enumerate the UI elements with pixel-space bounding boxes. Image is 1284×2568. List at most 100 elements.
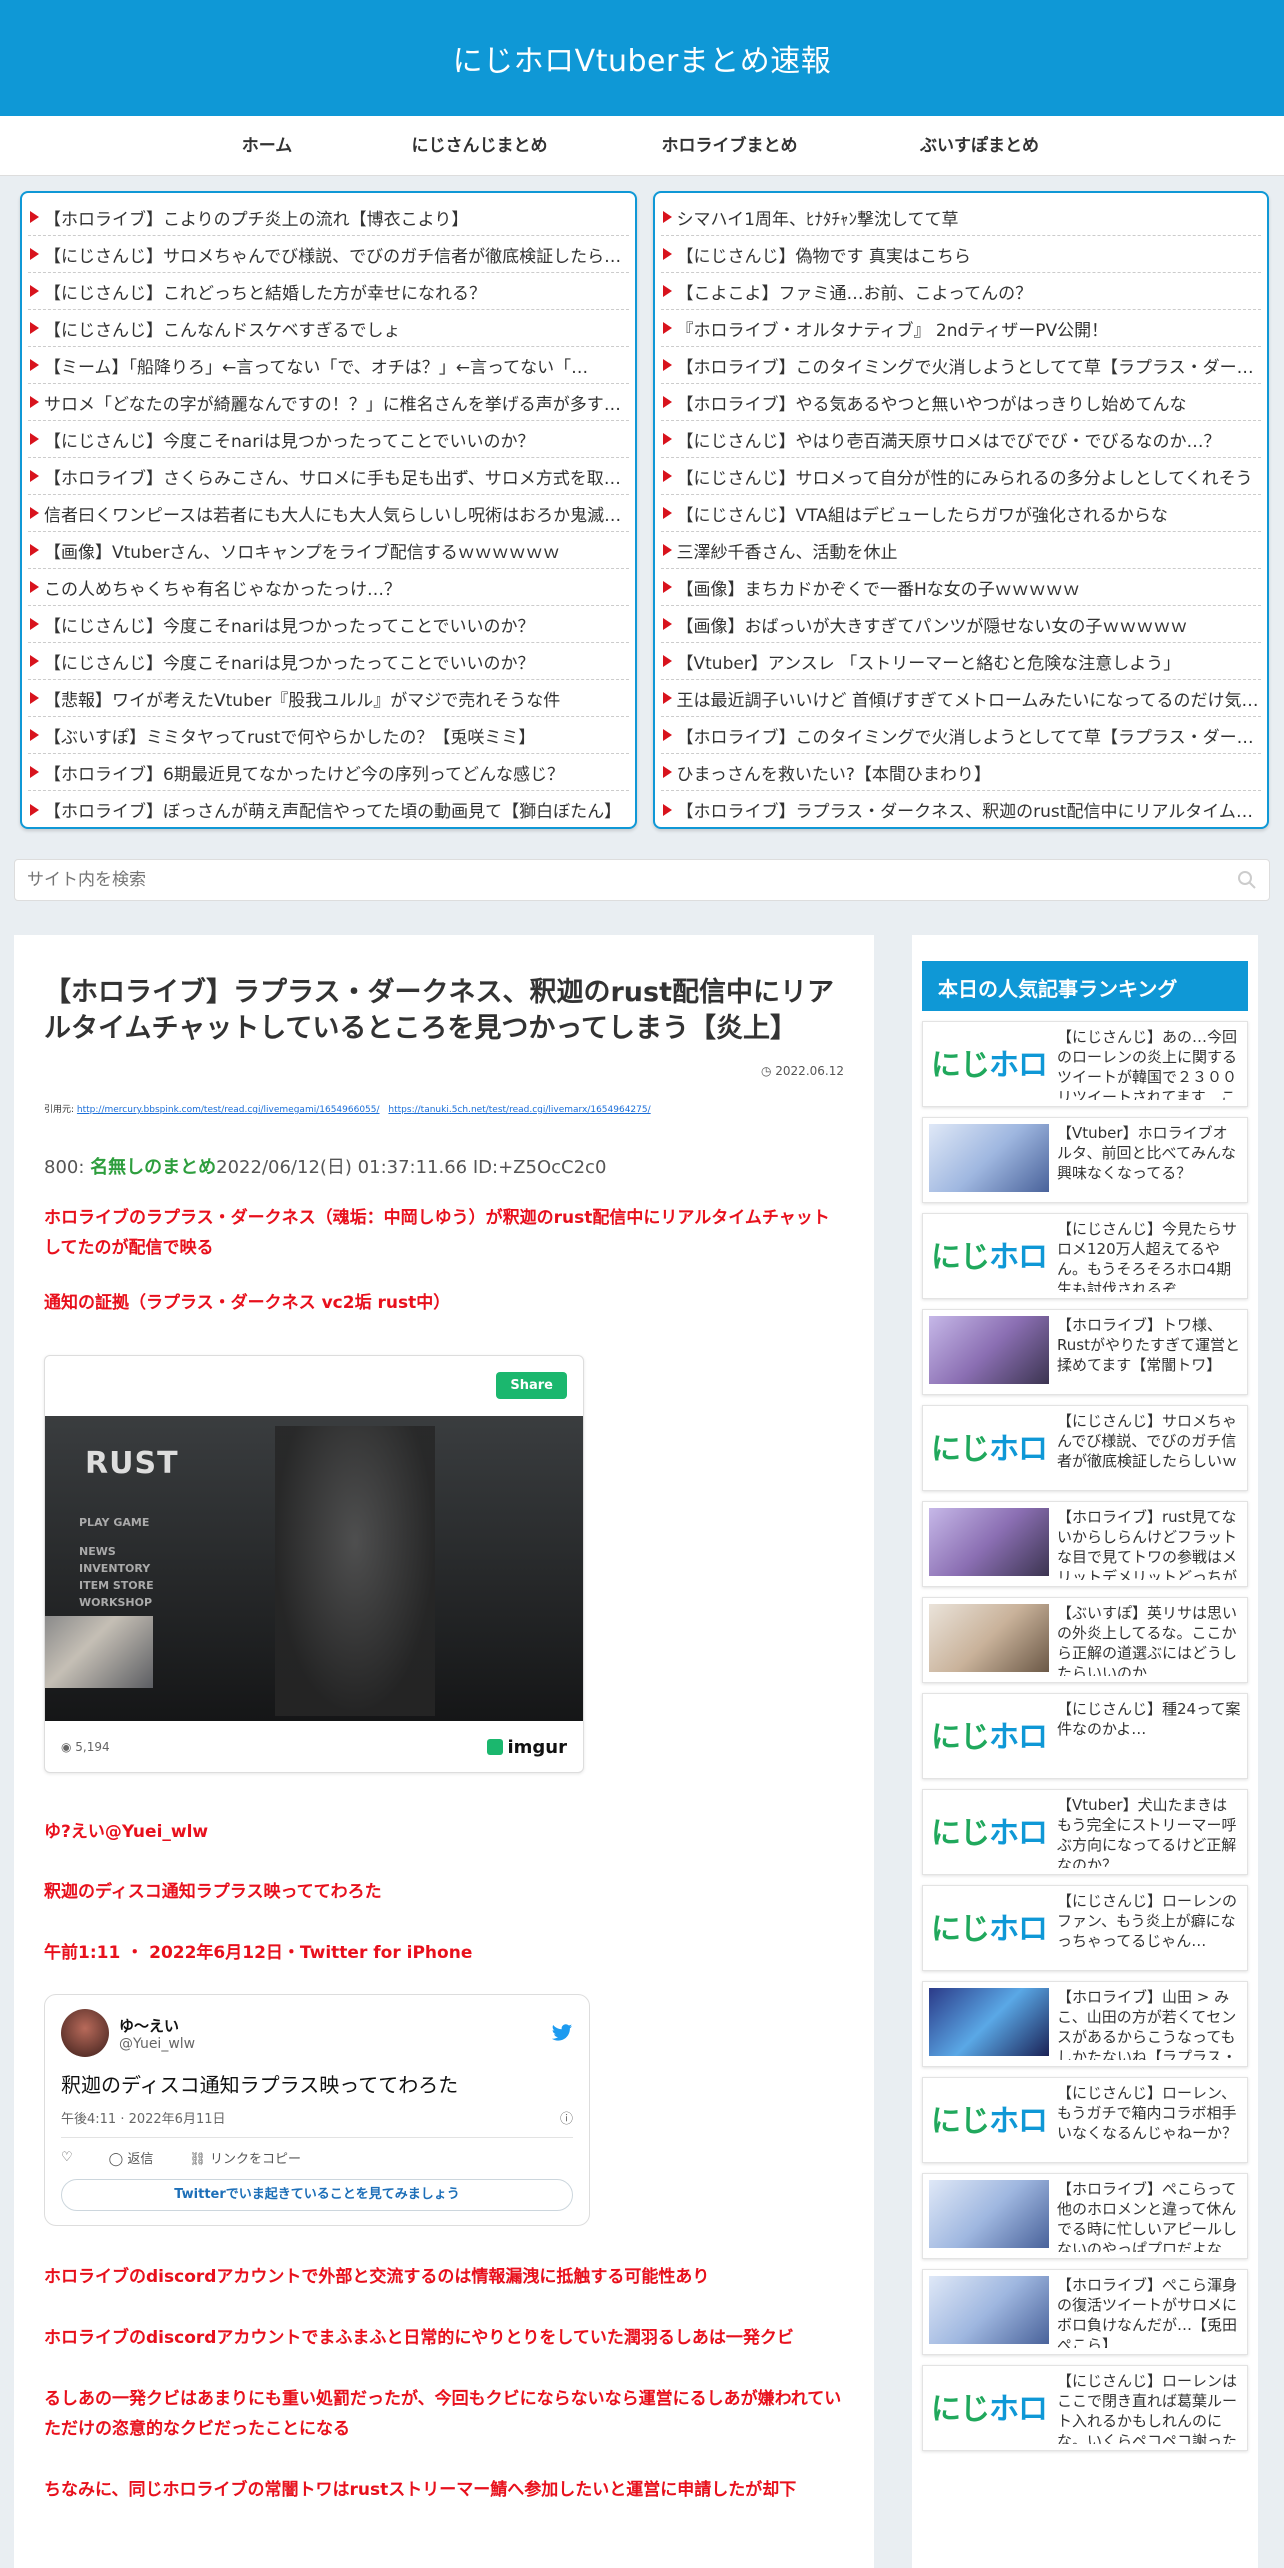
views-count: ◉ 5,194 — [61, 1740, 110, 1754]
sidebar: 本日の人気記事ランキング にじ ホロ 【にじさんじ】あの…今回のローレンの炎上に関す… — [912, 935, 1258, 2568]
antenna-link-item[interactable]: 【ぶいすぽ】ミミタヤってrustで何やらかしたの？【兎咲ミミ】 — [28, 717, 629, 754]
antenna-link-item[interactable]: 【ホロライブ】このタイミングで火消しようとしてて草【ラプラス・ダークネス】 — [660, 347, 1261, 384]
reply-button[interactable]: ◯ 返信 — [109, 2148, 154, 2167]
copy-link-button[interactable]: ⛓ リンクをコピー — [189, 2148, 301, 2167]
antenna-link-text: 【にじさんじ】やはり壱百満天原サロメはでびでび・でびるなのか…？ — [676, 431, 1221, 452]
antenna-link-item[interactable]: サロメ「どなたの字が綺麗なんですの！？」に椎名さんを挙げる声が多すぎる — [28, 384, 629, 421]
like-button[interactable]: ♡ — [61, 2150, 73, 2165]
info-icon[interactable]: ⓘ — [560, 2108, 573, 2127]
antenna-link-item[interactable]: 【ミーム】「船降りろ」←言ってない「で、オチは？」←言ってない「… — [28, 347, 629, 384]
antenna-link-item[interactable]: 信者曰くワンピースは若者にも大人にも大人気らしいし呪術はおろか鬼滅にも… — [28, 495, 629, 532]
ranking-card[interactable]: にじ ホロ 【にじさんじ】ローレンのファン、もう炎上が癖になっちゃってるじゃん… — [922, 1885, 1248, 1971]
citation: 引用元: http://mercury.bbspink.com/test/rea… — [44, 1102, 844, 1115]
antenna-link-item[interactable]: 【にじさんじ】サロメちゃんでび様説、でびのガチ信者が徹底検証したらしい — [28, 236, 629, 273]
antenna-link-item[interactable]: シマハイ1周年、ﾋﾅﾀﾁｬﾝ撃沈してて草 — [660, 199, 1261, 236]
tweet-author-name[interactable]: ゆ〜えい — [119, 2015, 195, 2036]
ranking-card[interactable]: 【ぶいすぽ】英リサは思いの外炎上してるな。ここから正解の道選ぶにはどうしたらいい… — [922, 1597, 1248, 1683]
antenna-link-item[interactable]: 【ホロライブ】このタイミングで火消しようとしてて草【ラプラス・ダークネス】 — [660, 717, 1261, 754]
imgur-logo[interactable]: imgur — [487, 1737, 567, 1758]
antenna-link-boxes: 【ホロライブ】こよりのプチ炎上の流れ【博衣こより】 【にじさんじ】サロメちゃんでび… — [0, 176, 1284, 829]
nijihoro-logo-thumbnail: にじ ホロ — [929, 1028, 1049, 1096]
antenna-link-item[interactable]: 【にじさんじ】こんなんドスケベすぎるでしょ — [28, 310, 629, 347]
body-paragraph-9: ちなみに、同じホロライブの常闇トワはrustストリーマー鯖へ参加したいと運営に申… — [44, 2479, 797, 2500]
game-menu-item: NEWS — [79, 1544, 116, 1558]
triangle-bullet-icon — [662, 470, 672, 482]
screenshot-structure — [275, 1425, 435, 1716]
twitter-bird-icon[interactable] — [551, 2023, 573, 2043]
antenna-link-item[interactable]: 【Vtuber】アンスレ 「ストリーマーと絡むと危険な注意しよう」 — [660, 643, 1261, 680]
ranking-card[interactable]: にじ ホロ 【にじさんじ】サロメちゃんでび様説、でびのガチ信者が徹底検証したらしいｗ — [922, 1405, 1248, 1491]
ranking-card[interactable]: 【ホロライブ】ぺこらって他のホロメンと違って休んでる時に忙しいアピールしないのや… — [922, 2173, 1248, 2259]
nav-hololive[interactable]: ホロライブまとめ — [605, 116, 855, 176]
antenna-link-item[interactable]: 【画像】まちカドかぞくで一番Hな女の子ｗｗｗｗｗ — [660, 569, 1261, 606]
nav-home[interactable]: ホーム — [180, 116, 355, 176]
webcam-overlay — [45, 1615, 153, 1688]
embedded-game-screenshot[interactable]: RUST PLAY GAME NEWS INVENTORY ITEM STORE… — [45, 1415, 583, 1721]
ranking-card[interactable]: にじ ホロ 【Vtuber】犬山たまきはもう完全にストリーマー呼ぶ方向になってるけど… — [922, 1789, 1248, 1875]
ranking-card[interactable]: 【Vtuber】ホロライブオルタ、前回と比べてみんな興味なくなってる？ — [922, 1117, 1248, 1203]
antenna-link-item[interactable]: 【にじさんじ】偽物です 真実はこちら — [660, 236, 1261, 273]
article-main: 【ホロライブ】ラプラス・ダークネス、釈迦のrust配信中にリアルタイムチャットし… — [14, 935, 874, 2568]
antenna-link-item[interactable]: 【ホロライブ】やる気あるやつと無いやつがはっきりし始めてんな — [660, 384, 1261, 421]
antenna-link-text: この人めちゃくちゃ有名じゃなかったっけ…？ — [44, 579, 401, 600]
nav-nijisanji[interactable]: にじさんじまとめ — [355, 116, 605, 176]
ranking-card[interactable]: にじ ホロ 【にじさんじ】ローレンはここで閉き直れば葛葉ルート入れるかもしれんのにな… — [922, 2365, 1248, 2451]
antenna-link-item[interactable]: 【ホロライブ】さくらみこさん、サロメに手も足も出ず、サロメ方式を取り入れる — [28, 458, 629, 495]
triangle-bullet-icon — [662, 396, 672, 408]
citation-link-1[interactable]: http://mercury.bbspink.com/test/read.cgi… — [77, 1105, 380, 1115]
body-paragraph-5: 午前1:11 ・ 2022年6月12日・Twitter for iPhone — [44, 1942, 473, 1963]
response-header: 800: 名無しのまとめ2022/06/12(日) 01:37:11.66 ID… — [44, 1153, 844, 1179]
antenna-link-item[interactable]: この人めちゃくちゃ有名じゃなかったっけ…？ — [28, 569, 629, 606]
antenna-link-item[interactable]: 三澤紗千香さん、活動を休止 — [660, 532, 1261, 569]
antenna-link-item[interactable]: 【ホロライブ】ラプラス・ダークネス、釈迦のrust配信中にリアルタイムチャット — [661, 791, 1261, 827]
antenna-link-item[interactable]: 【画像】おばっいが大きすぎてパンツが隠せない女の子ｗｗｗｗｗ — [660, 606, 1261, 643]
tweet-time[interactable]: 午後4:11 · 2022年6月11日 — [61, 2108, 226, 2127]
ranking-card[interactable]: にじ ホロ 【にじさんじ】あの…今回のローレンの炎上に関するツイートが韓国で２３００… — [922, 1021, 1248, 1107]
character-thumbnail — [929, 1604, 1049, 1672]
antenna-link-item[interactable]: 【ホロライブ】ぼっさんが萌え声配信やってた頃の動画見て【獅白ぼたん】 — [28, 791, 629, 827]
ranking-card[interactable]: 【ホロライブ】ぺこら渾身の復活ツイートがサロメにボロ負けなんだが…【兎田ぺこら】 — [922, 2269, 1248, 2355]
tweet-more-button[interactable]: Twitterでいま起きていることを見てみましょう — [61, 2179, 573, 2212]
antenna-link-item[interactable]: 『ホロライブ・オルタナティブ』 2ndティザーPV公開！ — [660, 310, 1261, 347]
antenna-link-item[interactable]: 【にじさんじ】今度こそnariは見つかったってことでいいのか？ — [28, 606, 629, 643]
ranking-card-title: 【にじさんじ】ローレン、もうガチで箱内コラボ相手いなくなるんじゃねーか？ — [1057, 2084, 1238, 2142]
ranking-card[interactable]: 【ホロライブ】山田 > みこ、山田の方が若くてセンスがあるからこうなってもしかた… — [922, 1981, 1248, 2067]
antenna-link-item[interactable]: 【にじさんじ】サロメって自分が性的にみられるの多分よしとしてくれそう — [660, 458, 1261, 495]
search-input[interactable] — [15, 860, 1269, 900]
triangle-bullet-icon — [662, 581, 672, 593]
ranking-card[interactable]: にじ ホロ 【にじさんじ】今見たらサロメ120万人超えてるやん。もうそろそろホロ4期… — [922, 1213, 1248, 1299]
antenna-link-item[interactable]: 【にじさんじ】今度こそnariは見つかったってことでいいのか？ — [28, 643, 629, 680]
antenna-link-text: 【にじさんじ】今度こそnariは見つかったってことでいいのか？ — [44, 653, 535, 674]
character-thumbnail — [929, 1508, 1049, 1576]
nav-vspo[interactable]: ぶいすぽまとめ — [855, 116, 1105, 176]
citation-link-2[interactable]: https://tanuki.5ch.net/test/read.cgi/liv… — [388, 1105, 650, 1115]
post-date-value: 2022.06.12 — [775, 1063, 844, 1078]
share-button[interactable]: Share — [496, 1371, 567, 1399]
ranking-card[interactable]: 【ホロライブ】トワ様、Rustがやりたすぎて運営と揉めてます【常闇トワ】 — [922, 1309, 1248, 1395]
antenna-link-item[interactable]: 【悲報】ワイが考えたVtuber『股我ユルル』がマジで売れそうな件 — [28, 680, 629, 717]
antenna-link-item[interactable]: ひまっさんを救いたい?【本間ひまわり】 — [660, 754, 1261, 791]
tweet-author-handle[interactable]: @Yuei_wlw — [119, 2036, 195, 2052]
ranking-card[interactable]: 【ホロライブ】rust見てないからしらんけどフラットな目で見てトワの参戦はメリッ… — [922, 1501, 1248, 1587]
site-title[interactable]: にじホロVtuberまとめ速報 — [453, 36, 832, 80]
search-icon[interactable] — [1237, 870, 1257, 890]
antenna-link-item[interactable]: 【にじさんじ】やはり壱百満天原サロメはでびでび・でびるなのか…？ — [660, 421, 1261, 458]
ranking-card[interactable]: にじ ホロ 【にじさんじ】ローレン、もうガチで箱内コラボ相手いなくなるんじゃねーか？ — [922, 2077, 1248, 2163]
antenna-link-item[interactable]: 【ホロライブ】6期最近見てなかったけど今の序列ってどんな感じ？ — [28, 754, 629, 791]
antenna-link-item[interactable]: 【にじさんじ】今度こそnariは見つかったってことでいいのか？ — [28, 421, 629, 458]
antenna-link-text: 【ぶいすぽ】ミミタヤってrustで何やらかしたの？【兎咲ミミ】 — [44, 727, 536, 748]
antenna-link-item[interactable]: 【ホロライブ】こよりのプチ炎上の流れ【博衣こより】 — [28, 199, 629, 236]
ranking-card-title: 【ホロライブ】ぺこら渾身の復活ツイートがサロメにボロ負けなんだが…【兎田ぺこら】 — [1057, 2276, 1238, 2348]
antenna-link-text: 【悲報】ワイが考えたVtuber『股我ユルル』がマジで売れそうな件 — [44, 690, 561, 711]
avatar[interactable] — [61, 2009, 109, 2058]
antenna-link-item[interactable]: 王は最近調子いいけど 首傾げすぎてメトロームみたいになってるのだけ気になる — [660, 680, 1261, 717]
antenna-link-item[interactable]: 【こよこよ】ファミ通…お前、こよってんの？ — [660, 273, 1261, 310]
antenna-link-text: 【にじさんじ】今度こそnariは見つかったってことでいいのか？ — [44, 616, 535, 637]
thumbnail-logo-text: ホロ — [989, 2104, 1048, 2139]
antenna-link-item[interactable]: 【画像】Vtuberさん、ソロキャンプをライブ配信するｗｗｗｗｗｗ — [28, 532, 629, 569]
ranking-card-title: 【ホロライブ】山田 > みこ、山田の方が若くてセンスがあるからこうなってもしかた… — [1057, 1988, 1237, 2060]
ranking-card[interactable]: にじ ホロ 【にじさんじ】種24って案件なのかよ… — [922, 1693, 1248, 1779]
ranking-title: 本日の人気記事ランキング — [922, 961, 1248, 1011]
antenna-link-item[interactable]: 【にじさんじ】VTA組はデビューしたらガワが強化されるからな — [660, 495, 1261, 532]
antenna-link-item[interactable]: 【にじさんじ】これどっちと結婚した方が幸せになれる？ — [28, 273, 629, 310]
